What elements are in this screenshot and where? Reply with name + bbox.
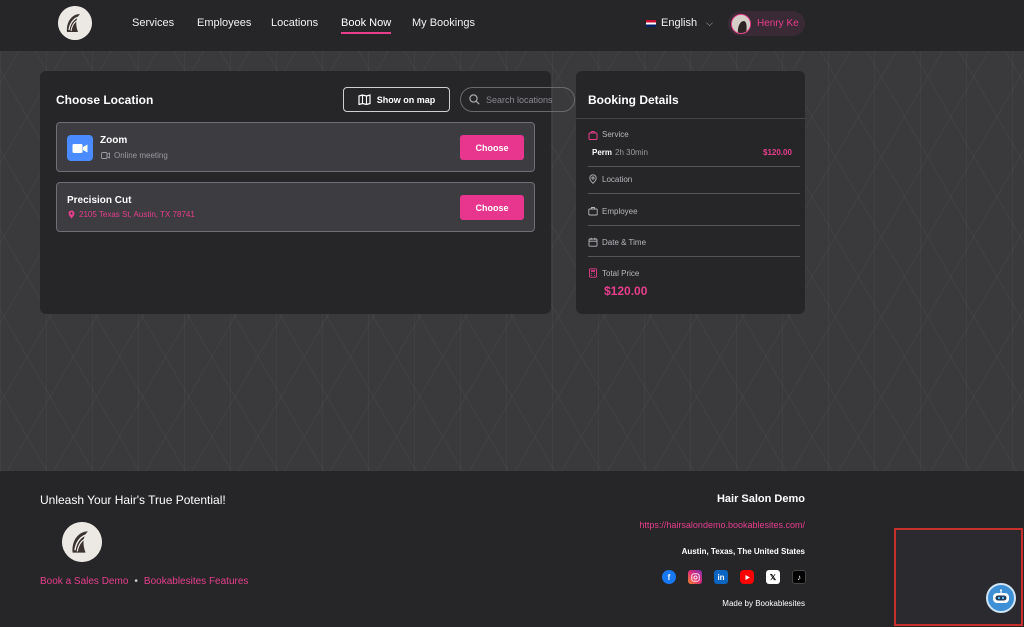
nav-book-now[interactable]: Book Now bbox=[341, 17, 392, 34]
location-pin-icon bbox=[589, 174, 597, 184]
zoom-icon bbox=[67, 135, 93, 161]
youtube-icon[interactable] bbox=[740, 570, 754, 584]
briefcase-icon bbox=[588, 207, 598, 216]
language-selector[interactable]: English ⌵ bbox=[646, 17, 713, 29]
location-sub-text: Online meeting bbox=[114, 151, 168, 160]
footer-tagline: Unleash Your Hair's True Potential! bbox=[40, 493, 226, 507]
map-icon bbox=[358, 94, 371, 105]
user-name: Henry Ke bbox=[757, 18, 799, 29]
datetime-row: Date & Time bbox=[588, 235, 800, 257]
facebook-icon[interactable]: f bbox=[662, 570, 676, 584]
location-item-zoom[interactable]: Zoom Online meeting Choose bbox=[56, 122, 535, 172]
location-name: Zoom bbox=[100, 135, 128, 146]
language-label: English bbox=[661, 17, 698, 29]
made-by: Made by Bookablesites bbox=[722, 599, 805, 608]
nav-services[interactable]: Services bbox=[132, 17, 174, 29]
link-separator: • bbox=[134, 576, 138, 587]
choose-precision-cut-button[interactable]: Choose bbox=[460, 195, 524, 220]
search-icon bbox=[469, 94, 480, 105]
location-label: Location bbox=[602, 175, 633, 184]
avatar bbox=[731, 13, 751, 34]
top-navbar: Services Employees Locations Book Now My… bbox=[0, 0, 1024, 51]
service-name: Perm bbox=[592, 148, 613, 157]
employee-label: Employee bbox=[602, 207, 638, 216]
location-subtitle: Online meeting bbox=[101, 151, 168, 160]
service-price: $120.00 bbox=[763, 148, 792, 157]
location-item-precision-cut[interactable]: Precision Cut 2105 Texas St, Austin, TX … bbox=[56, 182, 535, 232]
map-pin-icon bbox=[68, 210, 75, 219]
shopping-bag-icon bbox=[588, 131, 598, 140]
location-subtitle: 2105 Texas St, Austin, TX 78741 bbox=[68, 210, 195, 219]
total-price-label: Total Price bbox=[602, 269, 640, 278]
search-input[interactable] bbox=[486, 94, 571, 105]
choose-zoom-button[interactable]: Choose bbox=[460, 135, 524, 160]
salon-logo[interactable] bbox=[58, 6, 92, 40]
social-links: f in 𝕏 ♪ bbox=[662, 570, 806, 584]
divider bbox=[576, 118, 805, 119]
nav-locations[interactable]: Locations bbox=[271, 17, 318, 29]
chatbot-launcher-button[interactable] bbox=[986, 583, 1016, 613]
x-icon[interactable]: 𝕏 bbox=[766, 570, 780, 584]
calculator-icon bbox=[589, 268, 597, 278]
chevron-down-icon: ⌵ bbox=[706, 17, 713, 28]
linkedin-icon[interactable]: in bbox=[714, 570, 728, 584]
choose-location-title: Choose Location bbox=[56, 93, 154, 107]
show-on-map-button[interactable]: Show on map bbox=[343, 87, 450, 112]
nav-employees[interactable]: Employees bbox=[197, 17, 251, 29]
user-menu[interactable]: Henry Ke bbox=[728, 11, 805, 36]
uk-flag-icon bbox=[646, 19, 656, 27]
calendar-icon bbox=[588, 237, 598, 247]
nav-my-bookings[interactable]: My Bookings bbox=[412, 17, 475, 29]
location-name: Precision Cut bbox=[67, 195, 132, 206]
video-camera-icon bbox=[101, 152, 110, 159]
employee-row: Employee bbox=[588, 204, 800, 226]
booking-details-title: Booking Details bbox=[588, 93, 679, 107]
instagram-icon[interactable] bbox=[688, 570, 702, 584]
choose-location-card: Choose Location Show on map Zoom bbox=[40, 71, 575, 314]
show-on-map-label: Show on map bbox=[376, 94, 436, 105]
features-link[interactable]: Bookablesites Features bbox=[144, 576, 249, 587]
site-url-link[interactable]: https://hairsalondemo.bookablesites.com/ bbox=[639, 520, 805, 530]
footer-links: Book a Sales Demo • Bookablesites Featur… bbox=[40, 576, 248, 587]
location-row: Location bbox=[588, 173, 800, 194]
service-label: Service bbox=[602, 130, 629, 139]
datetime-label: Date & Time bbox=[602, 238, 647, 247]
site-name: Hair Salon Demo bbox=[716, 493, 805, 505]
robot-icon bbox=[993, 589, 1009, 603]
location-search[interactable] bbox=[460, 87, 575, 112]
site-address: Austin, Texas, The United States bbox=[681, 547, 805, 556]
service-row: Service bbox=[588, 126, 800, 167]
footer: Unleash Your Hair's True Potential! Book… bbox=[0, 471, 1024, 627]
tiktok-icon[interactable]: ♪ bbox=[792, 570, 806, 584]
service-summary: Perm 2h 30min bbox=[592, 148, 648, 157]
service-duration: 2h 30min bbox=[615, 148, 648, 157]
footer-logo bbox=[62, 522, 102, 562]
booking-details-card: Booking Details Service Perm 2h 30min $12… bbox=[576, 71, 805, 314]
total-price-value: $120.00 bbox=[604, 284, 648, 298]
book-sales-demo-link[interactable]: Book a Sales Demo bbox=[40, 576, 128, 587]
location-address: 2105 Texas St, Austin, TX 78741 bbox=[79, 210, 195, 219]
